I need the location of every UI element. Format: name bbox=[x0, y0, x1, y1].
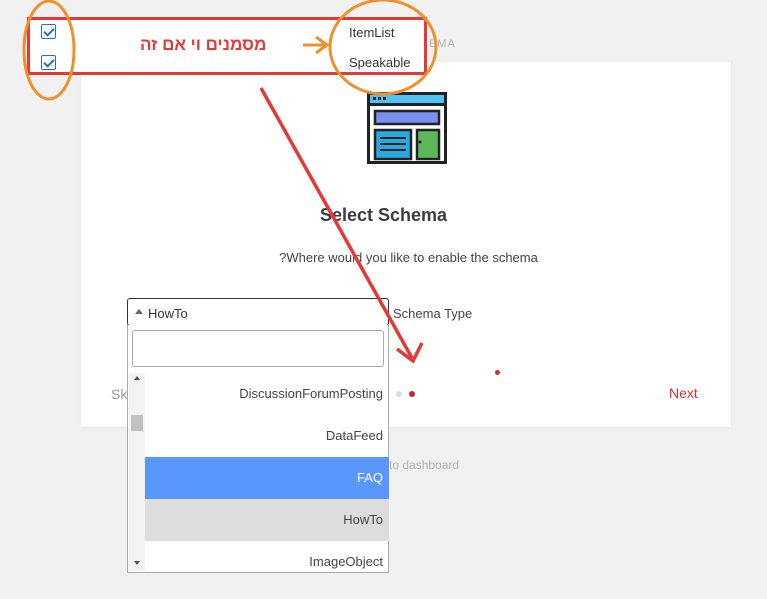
dropdown-option-highlighted[interactable]: FAQ bbox=[145, 457, 389, 499]
skip-link[interactable]: Sk bbox=[111, 386, 127, 402]
step-dot-active bbox=[409, 391, 415, 397]
page-title: Select Schema bbox=[319, 205, 448, 225]
chevron-up-icon bbox=[135, 309, 143, 314]
speakable-checkbox[interactable] bbox=[41, 55, 56, 70]
dropdown-scrollbar[interactable] bbox=[129, 373, 145, 571]
dropdown-search-field[interactable] bbox=[132, 330, 384, 367]
itemlist-label: ItemList bbox=[349, 25, 395, 40]
annotation-note: מסמנים וי אם זה bbox=[140, 35, 267, 54]
schema-type-selected-value: HowTo bbox=[148, 306, 188, 321]
dropdown-options-list: DiscussionForumPosting DataFeed FAQ HowT… bbox=[145, 373, 389, 583]
schema-type-dropdown: DiscussionForumPosting DataFeed FAQ HowT… bbox=[127, 325, 389, 573]
speakable-label: Speakable bbox=[349, 55, 411, 70]
itemlist-checkbox[interactable] bbox=[41, 24, 56, 39]
dropdown-option[interactable]: DataFeed bbox=[145, 415, 389, 457]
page-subtitle: ?Where would you like to enable the sche… bbox=[279, 250, 538, 265]
dropdown-option-selected[interactable]: HowTo bbox=[145, 499, 389, 541]
scroll-up-arrow-icon[interactable] bbox=[134, 376, 140, 380]
next-button[interactable]: Next bbox=[669, 385, 698, 401]
scrollbar-thumb[interactable] bbox=[131, 415, 143, 431]
dropdown-option[interactable]: ImageObject bbox=[145, 541, 389, 583]
back-to-dashboard-link[interactable]: to dashboard bbox=[389, 458, 459, 472]
step-dot-inactive bbox=[396, 391, 402, 397]
dropdown-option[interactable]: DiscussionForumPosting bbox=[145, 373, 389, 415]
dropdown-search-input[interactable] bbox=[133, 331, 383, 366]
schema-browser-icon bbox=[367, 92, 447, 164]
scroll-down-arrow-icon[interactable] bbox=[134, 561, 140, 565]
schema-type-label: Schema Type bbox=[393, 306, 473, 321]
annotation-dot bbox=[495, 370, 500, 375]
schema-type-select[interactable]: HowTo bbox=[127, 298, 389, 326]
